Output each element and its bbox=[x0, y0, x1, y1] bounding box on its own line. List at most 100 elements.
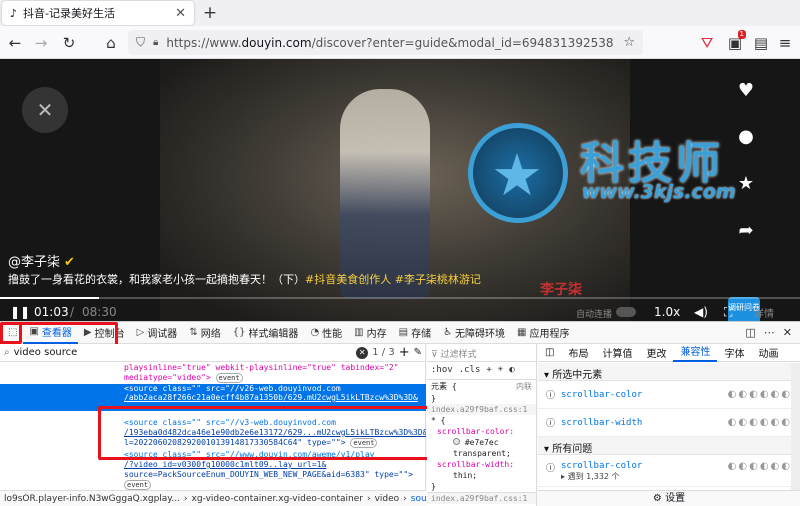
rule-property[interactable]: scrollbar-width: bbox=[427, 459, 536, 470]
time-current: 01:03 bbox=[34, 305, 69, 319]
tab-performance[interactable]: ◔ 性能 bbox=[304, 322, 348, 344]
details-button[interactable]: 详情 bbox=[754, 305, 774, 320]
compat-issue-row[interactable]: ⓘ scrollbar-color ▸ 遇到 1,332 个 ◐◐◐◐◐◐ bbox=[538, 455, 800, 487]
debugger-icon: ▷ bbox=[136, 327, 145, 338]
clear-search-icon[interactable]: ✕ bbox=[356, 346, 369, 359]
rule-value[interactable]: thin; bbox=[427, 470, 536, 481]
all-issues-header[interactable]: ▾ 所有问题 bbox=[538, 437, 800, 455]
bookmark-star-icon[interactable]: ☆ bbox=[623, 35, 635, 50]
code-line[interactable]: event bbox=[0, 480, 426, 490]
eyedropper-icon[interactable]: ✎ bbox=[414, 347, 422, 358]
cls-toggle[interactable]: .cls bbox=[459, 365, 481, 376]
breadcrumb-item-current[interactable]: source bbox=[411, 494, 426, 504]
selected-element-header[interactable]: ▾ 所选中元素 bbox=[538, 363, 800, 381]
author-name[interactable]: @李子柒 ✔ bbox=[8, 251, 75, 270]
reload-icon[interactable]: ↻ bbox=[58, 32, 80, 54]
favorite-star-icon[interactable]: ★ bbox=[734, 172, 758, 196]
pause-icon[interactable]: ❚❚ bbox=[10, 305, 30, 319]
rule-property[interactable]: scrollbar-color: bbox=[427, 426, 536, 437]
breadcrumb-item[interactable]: xg-video-container.xg-video-container bbox=[192, 494, 363, 504]
back-icon[interactable]: ← bbox=[4, 32, 26, 54]
rule-value[interactable]: #e7e7ec bbox=[427, 437, 536, 448]
add-rule-icon[interactable]: + bbox=[486, 365, 491, 376]
tab-computed[interactable]: 计算值 bbox=[595, 345, 639, 360]
close-video-button[interactable]: ✕ bbox=[22, 87, 68, 133]
sidebar-panel: ◫ 布局 计算值 更改 兼容性 字体 动画 ▾ 所选中元素 ⓘ scrollbar… bbox=[538, 344, 800, 506]
compat-issue-row[interactable]: ⓘ scrollbar-color ◐◐◐◐◐◐ bbox=[538, 381, 800, 409]
volume-icon[interactable]: ◀) bbox=[694, 305, 708, 319]
more-options-icon[interactable]: ⋯ bbox=[764, 326, 775, 339]
tab-network[interactable]: ⇅ 网络 bbox=[183, 322, 226, 344]
url-text[interactable]: https://www.douyin.com/discover?enter=gu… bbox=[166, 36, 615, 50]
filter-styles-input[interactable]: ⊽ 过滤样式 bbox=[427, 344, 536, 362]
dock-icon[interactable]: ◫ bbox=[745, 326, 755, 339]
rule-element: 元素 {内联 bbox=[431, 382, 532, 391]
info-icon: ⓘ bbox=[546, 464, 556, 474]
tab-storage[interactable]: ▤ 存储 bbox=[393, 322, 437, 344]
menu-icon[interactable]: ≡ bbox=[774, 32, 796, 54]
breadcrumb-item[interactable]: lo9sOR.player-info.N3wGggaQ.xgplay... bbox=[4, 494, 180, 504]
tab-fonts[interactable]: 字体 bbox=[717, 345, 751, 360]
accessibility-icon: ♿ bbox=[443, 327, 453, 338]
code-line[interactable]: /?video_id=v0300fg10000c1mlt09..lay_url=… bbox=[0, 460, 426, 469]
tab-accessibility[interactable]: ♿ 无障碍环境 bbox=[437, 322, 511, 344]
pocket-icon[interactable]: ⛛ bbox=[696, 32, 718, 54]
hov-toggle[interactable]: :hov bbox=[431, 365, 453, 376]
extension-icon[interactable]: ▣ 1 bbox=[724, 30, 746, 54]
search-count: 1 / 3 bbox=[372, 347, 395, 358]
dark-mode-icon[interactable]: ◐ bbox=[509, 365, 514, 376]
fullscreen-icon[interactable]: ⛶ bbox=[724, 305, 732, 320]
application-icon: ▦ bbox=[517, 327, 527, 338]
browser-tab[interactable]: ♪ 抖音-记录美好生活 ✕ bbox=[2, 1, 194, 25]
containers-icon[interactable]: ▤ bbox=[750, 32, 772, 54]
home-icon[interactable]: ⌂ bbox=[100, 32, 122, 54]
video-progress-bar[interactable] bbox=[0, 297, 800, 299]
tab-debugger[interactable]: ▷ 调试器 bbox=[131, 322, 184, 344]
rules-toolbar: :hov .cls + ☀ ◐ bbox=[427, 362, 536, 380]
hashtag-1[interactable]: #抖音美食创作人 bbox=[305, 273, 391, 286]
info-icon: ⓘ bbox=[546, 391, 556, 401]
performance-icon: ◔ bbox=[310, 327, 320, 338]
tab-memory[interactable]: ▥ 内存 bbox=[348, 322, 392, 344]
url-bar[interactable]: ⛉ 🔒︎ https://www.douyin.com/discover?ent… bbox=[128, 30, 643, 55]
autoplay-toggle[interactable] bbox=[616, 307, 636, 317]
tab-application[interactable]: ▦ 应用程序 bbox=[511, 322, 575, 344]
add-node-icon[interactable]: + bbox=[399, 345, 410, 360]
share-icon[interactable]: ➦ bbox=[734, 219, 758, 243]
tab-animations[interactable]: 动画 bbox=[751, 345, 785, 360]
tab-layout[interactable]: 布局 bbox=[561, 345, 595, 360]
search-input[interactable]: video source bbox=[14, 347, 353, 358]
hashtag-2[interactable]: #李子柒桃林游记 bbox=[395, 273, 481, 286]
speed-button[interactable]: 1.0x bbox=[654, 305, 680, 319]
like-heart-icon[interactable]: ♥ bbox=[734, 79, 758, 103]
new-tab-button[interactable]: + bbox=[200, 3, 220, 23]
compat-issue-row[interactable]: ⓘ scrollbar-width ◐◐◐◐◐◐ bbox=[538, 409, 800, 437]
split-panel-icon[interactable]: ◫ bbox=[538, 347, 561, 358]
network-icon: ⇅ bbox=[189, 327, 198, 338]
forward-icon[interactable]: → bbox=[30, 32, 52, 54]
breadcrumb-item[interactable]: video bbox=[375, 494, 400, 504]
lock-icon[interactable]: 🔒︎ bbox=[153, 37, 158, 48]
close-devtools-icon[interactable]: ✕ bbox=[783, 326, 792, 339]
close-tab-icon[interactable]: ✕ bbox=[175, 6, 186, 21]
watermark-url: www.3kjs.com bbox=[582, 181, 736, 203]
code-line[interactable]: playsinline="true" webkit-playsinline="t… bbox=[0, 363, 426, 372]
tab-style-editor[interactable]: {} 样式编辑器 bbox=[227, 322, 305, 344]
rule-source-link[interactable]: index.a29f9baf.css:1 bbox=[427, 404, 536, 415]
sidebar-tabs: ◫ 布局 计算值 更改 兼容性 字体 动画 bbox=[538, 344, 800, 362]
devtools-window-controls: ◫ ⋯ ✕ bbox=[745, 326, 792, 339]
comment-icon[interactable]: ● bbox=[734, 125, 758, 149]
tab-compatibility[interactable]: 兼容性 bbox=[673, 344, 718, 362]
shield-icon[interactable]: ⛉ bbox=[136, 35, 145, 50]
video-player[interactable]: ★ 科技师 www.3kjs.com 李子柒 ✕ ♥ ● ★ ➦ 调研问卷 @李… bbox=[0, 59, 800, 321]
rules-panel: ⊽ 过滤样式 :hov .cls + ☀ ◐ 元素 {内联 } index.a2… bbox=[427, 344, 537, 506]
light-mode-icon[interactable]: ☀ bbox=[498, 365, 503, 376]
scrollbar[interactable] bbox=[791, 363, 800, 490]
settings-button[interactable]: ⚙ 设置 bbox=[538, 490, 800, 506]
code-line[interactable]: source=PackSourceEnum_DOUYIN_WEB_NEW_PAG… bbox=[0, 470, 426, 479]
rule-value[interactable]: transparent; bbox=[427, 448, 536, 459]
tab-changes[interactable]: 更改 bbox=[639, 345, 673, 360]
code-line[interactable]: mediatype="video"> event bbox=[0, 373, 426, 383]
rule-source-link[interactable]: index.a29f9baf.css:1 bbox=[427, 492, 536, 504]
storage-icon: ▤ bbox=[398, 327, 409, 338]
